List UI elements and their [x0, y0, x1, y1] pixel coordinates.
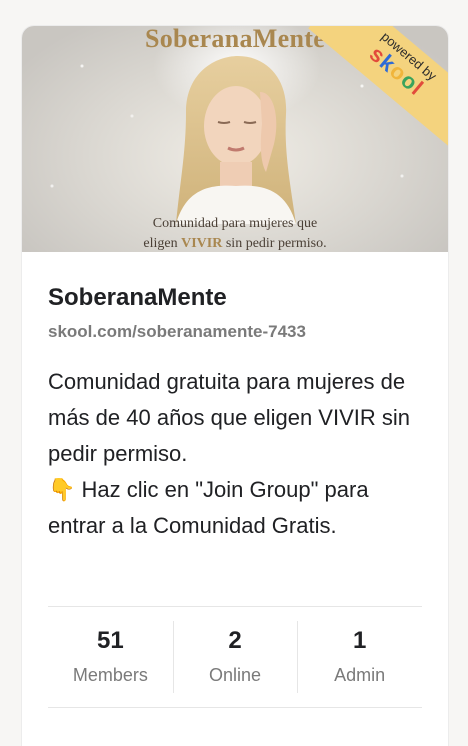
group-description: Comunidad gratuita para mujeres de más d…: [48, 364, 422, 544]
stat-members: 51 Members: [48, 607, 173, 707]
group-banner: SoberanaMente Comunidad para mujeres que…: [22, 26, 448, 252]
banner-caption: Comunidad para mujeres que eligen VIVIR …: [22, 214, 448, 252]
stat-value: 1: [353, 627, 367, 654]
banner-caption-line1: Comunidad para mujeres que: [152, 216, 318, 231]
group-stats: 51 Members 2 Online 1 Admin: [48, 606, 422, 708]
description-line: Comunidad gratuita para mujeres de más d…: [48, 369, 411, 466]
banner-caption-line2: eligen VIVIR sin pedir permiso.: [22, 234, 448, 252]
group-card[interactable]: SoberanaMente Comunidad para mujeres que…: [22, 26, 448, 746]
group-info: SoberanaMente skool.com/soberanamente-74…: [22, 284, 448, 544]
stat-label: Members: [72, 665, 148, 685]
banner-caption-prefix: eligen: [143, 236, 182, 251]
banner-caption-highlight: VIVIR: [181, 236, 223, 251]
stat-online: 2 Online: [172, 607, 298, 707]
stat-label: Online: [208, 665, 262, 685]
stat-admin: 1 Admin: [297, 607, 422, 707]
stat-value: 2: [228, 627, 242, 654]
stat-label: Admin: [334, 665, 386, 685]
description-line: 👇 Haz clic en "Join Group" para entrar a…: [48, 477, 369, 538]
group-url[interactable]: skool.com/soberanamente-7433: [48, 322, 422, 342]
stat-value: 51: [96, 627, 124, 654]
woman-portrait-image: [176, 56, 296, 224]
group-name[interactable]: SoberanaMente: [48, 284, 422, 312]
banner-caption-suffix: sin pedir permiso.: [222, 236, 327, 251]
